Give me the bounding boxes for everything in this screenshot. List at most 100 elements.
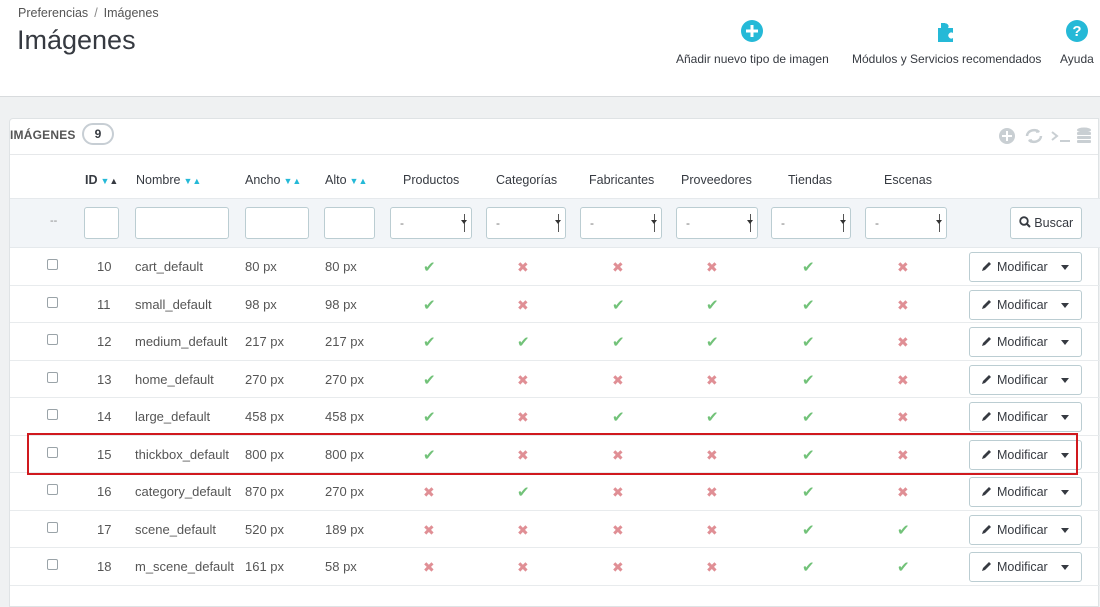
check-icon-products[interactable]: ✔ (423, 296, 436, 314)
cross-icon-scenes[interactable]: ✖ (897, 259, 909, 276)
caret-down-icon[interactable] (1061, 490, 1069, 499)
row-checkbox[interactable] (47, 296, 58, 308)
cross-icon-suppliers[interactable]: ✖ (706, 484, 718, 501)
cross-icon-products[interactable]: ✖ (423, 522, 435, 539)
cross-icon-categories[interactable]: ✖ (517, 372, 529, 389)
cross-icon-manufacturers[interactable]: ✖ (612, 522, 624, 539)
caret-down-icon[interactable] (1061, 452, 1069, 462)
cross-icon-scenes[interactable]: ✖ (897, 484, 909, 501)
filter-name-input[interactable] (135, 207, 229, 239)
modify-button[interactable]: Modificar (969, 289, 1082, 320)
caret-down-icon[interactable] (1061, 265, 1069, 274)
cross-icon-products[interactable]: ✖ (423, 484, 435, 501)
modify-button[interactable]: Modificar (969, 364, 1082, 395)
cross-icon-scenes[interactable]: ✖ (897, 372, 909, 389)
row-checkbox[interactable] (47, 521, 58, 533)
sql-terminal-icon[interactable] (1050, 127, 1070, 145)
caret-down-icon[interactable] (1061, 377, 1069, 387)
cross-icon-suppliers[interactable]: ✖ (706, 447, 718, 464)
col-id[interactable]: ID ▼▲ (85, 173, 118, 187)
caret-down-icon[interactable] (1061, 527, 1069, 537)
col-height[interactable]: Alto ▼▲ (325, 173, 367, 187)
check-icon-categories[interactable]: ✔ (517, 333, 530, 351)
caret-down-icon[interactable] (1061, 565, 1069, 574)
cross-icon-scenes[interactable]: ✖ (897, 447, 909, 464)
modify-button[interactable]: Modificar (969, 252, 1082, 282)
modify-button[interactable]: Modificar (969, 477, 1082, 507)
row-checkbox[interactable] (47, 446, 58, 458)
check-icon-products[interactable]: ✔ (423, 333, 436, 351)
row-checkbox[interactable] (47, 559, 58, 570)
refresh-icon[interactable] (1024, 127, 1043, 145)
check-icon-stores[interactable]: ✔ (802, 521, 815, 539)
caret-down-icon[interactable] (1061, 340, 1069, 349)
row-checkbox[interactable] (47, 334, 58, 345)
cross-icon-manufacturers[interactable]: ✖ (612, 484, 624, 501)
modify-button[interactable]: Modificar (969, 552, 1082, 582)
filter-products-select[interactable]: - (390, 207, 472, 239)
cross-icon-scenes[interactable]: ✖ (897, 334, 909, 351)
check-icon-categories[interactable]: ✔ (517, 483, 530, 501)
cross-icon-products[interactable]: ✖ (423, 559, 435, 576)
check-icon-scenes[interactable]: ✔ (897, 521, 910, 539)
check-icon-stores[interactable]: ✔ (802, 408, 815, 426)
col-name[interactable]: Nombre ▼▲ (136, 173, 201, 187)
cross-icon-suppliers[interactable]: ✖ (706, 259, 718, 276)
cross-icon-scenes[interactable]: ✖ (897, 297, 909, 314)
search-button[interactable]: Buscar (1010, 207, 1082, 239)
filter-suppliers-select[interactable]: - (676, 207, 758, 239)
check-icon-suppliers[interactable]: ✔ (706, 333, 719, 351)
cross-icon-categories[interactable]: ✖ (517, 522, 529, 539)
modify-button[interactable]: Modificar (969, 514, 1082, 545)
check-icon-stores[interactable]: ✔ (802, 371, 815, 389)
cross-icon-categories[interactable]: ✖ (517, 259, 529, 276)
filter-manufacturers-select[interactable]: - (580, 207, 662, 239)
check-icon-manufacturers[interactable]: ✔ (612, 333, 625, 351)
check-icon-stores[interactable]: ✔ (802, 296, 815, 314)
breadcrumb-parent[interactable]: Preferencias (18, 6, 88, 20)
cross-icon-suppliers[interactable]: ✖ (706, 522, 718, 539)
cross-icon-suppliers[interactable]: ✖ (706, 559, 718, 576)
add-new-icon[interactable] (998, 127, 1016, 145)
cross-icon-manufacturers[interactable]: ✖ (612, 559, 624, 576)
modify-button[interactable]: Modificar (969, 327, 1082, 357)
check-icon-stores[interactable]: ✔ (802, 333, 815, 351)
check-icon-scenes[interactable]: ✔ (897, 558, 910, 576)
cross-icon-manufacturers[interactable]: ✖ (612, 259, 624, 276)
cross-icon-categories[interactable]: ✖ (517, 297, 529, 314)
filter-id-input[interactable] (84, 207, 119, 239)
check-icon-products[interactable]: ✔ (423, 446, 436, 464)
filter-width-input[interactable] (245, 207, 309, 239)
modify-button[interactable]: Modificar (969, 439, 1082, 470)
caret-down-icon[interactable] (1061, 302, 1069, 312)
check-icon-stores[interactable]: ✔ (802, 558, 815, 576)
cross-icon-manufacturers[interactable]: ✖ (612, 372, 624, 389)
database-icon[interactable] (1076, 127, 1094, 145)
cross-icon-scenes[interactable]: ✖ (897, 409, 909, 426)
check-icon-stores[interactable]: ✔ (802, 446, 815, 464)
filter-height-input[interactable] (324, 207, 375, 239)
col-width[interactable]: Ancho ▼▲ (245, 173, 301, 187)
cross-icon-categories[interactable]: ✖ (517, 447, 529, 464)
filter-scenes-select[interactable]: - (865, 207, 947, 239)
check-icon-products[interactable]: ✔ (423, 258, 436, 276)
cross-icon-manufacturers[interactable]: ✖ (612, 447, 624, 464)
check-icon-suppliers[interactable]: ✔ (706, 408, 719, 426)
cross-icon-suppliers[interactable]: ✖ (706, 372, 718, 389)
row-checkbox[interactable] (47, 259, 58, 270)
add-image-type-button[interactable]: Añadir nuevo tipo de imagen (676, 20, 829, 66)
check-icon-stores[interactable]: ✔ (802, 258, 815, 276)
cross-icon-categories[interactable]: ✖ (517, 409, 529, 426)
row-checkbox[interactable] (47, 409, 58, 420)
caret-down-icon[interactable] (1061, 415, 1069, 424)
check-icon-manufacturers[interactable]: ✔ (612, 296, 625, 314)
help-button[interactable]: ? Ayuda (1060, 20, 1094, 66)
modify-button[interactable]: Modificar (969, 402, 1082, 432)
cross-icon-categories[interactable]: ✖ (517, 559, 529, 576)
row-checkbox[interactable] (47, 371, 58, 383)
check-icon-products[interactable]: ✔ (423, 408, 436, 426)
check-icon-manufacturers[interactable]: ✔ (612, 408, 625, 426)
filter-stores-select[interactable]: - (771, 207, 851, 239)
filter-categories-select[interactable]: - (486, 207, 566, 239)
row-checkbox[interactable] (47, 484, 58, 495)
